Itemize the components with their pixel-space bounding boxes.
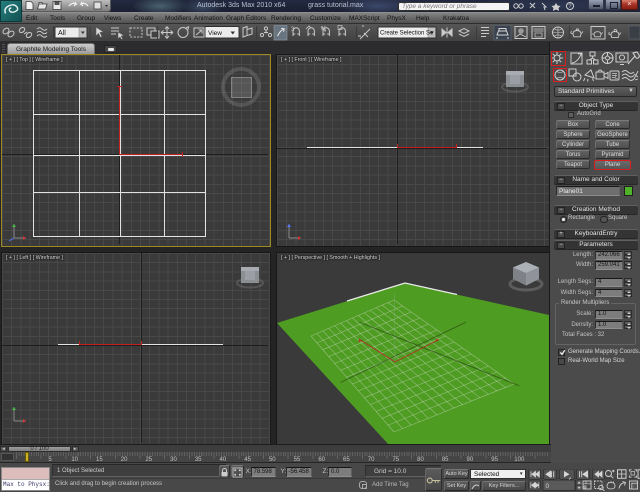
- svg-text:Create Selection Se: Create Selection Se: [380, 31, 434, 37]
- svg-text:All: All: [58, 30, 66, 37]
- svg-text:0: 0: [546, 483, 550, 490]
- svg-text:View: View: [208, 30, 222, 37]
